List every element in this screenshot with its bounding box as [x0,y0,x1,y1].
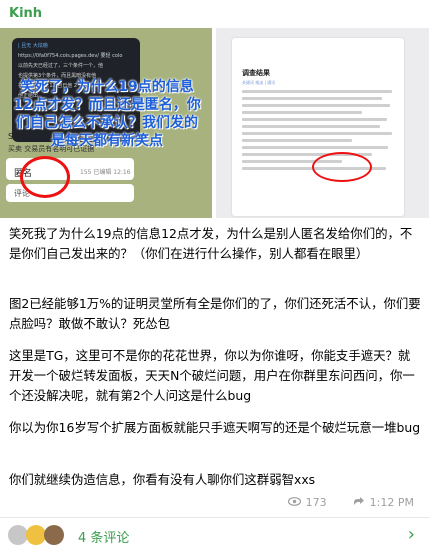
text-line [242,111,362,114]
text-line [242,104,390,107]
screenshot-right[interactable]: 调查结果 关键词 推送 | 通讯 [216,28,429,218]
message-time: 1:12 PM [369,496,414,509]
message-paragraph: 笑死我了为什么19点的信息12点才发，为什么是别人匿名发给你们的，不是你们自己发… [9,226,413,261]
avatar [44,525,64,545]
message-paragraph: 你们就继续伪造信息，你看有没有人聊你们这群弱智xxs [9,472,316,487]
message-paragraph: 这里是TG，这里可不是你的花花世界，你以为你谁呀，你能支手遮天？就开发一个破烂转… [9,348,415,403]
text-line [242,125,380,128]
chevron-right-icon[interactable]: › [408,524,415,545]
comments-bar[interactable]: 4 条评论 › [0,517,429,554]
channel-post-card: Kinh | 且无 大炫瘾 https://0fa0f754.cois.page… [0,0,429,553]
document-title: 调查结果 [242,69,270,77]
bubble-line: 以前先天已经过了，三个条件一个，他 [18,63,104,69]
message-paragraph: 图2已经能够1万%的证明灵堂所有全是你们的了，你们还死活不认，你们要点脸吗？敢做… [9,296,421,331]
text-line [242,146,388,149]
screenshot-left[interactable]: | 且无 大炫瘾 https://0fa0f754.cois.pages.dev… [0,28,212,218]
avatar [8,525,28,545]
text-line [242,97,382,100]
eye-icon [287,496,301,509]
comments-count-label[interactable]: 4 条评论 [78,527,129,546]
views-edited-label: 155 已编辑 12:16 [80,169,131,176]
avatar [26,525,46,545]
overlay-annotation-text: 笑死了，为什么19点的信息12点才发？而且还是匿名，你们自己怎么不承认？我们发的… [13,79,201,149]
message-meta: 173 1:12 PM [287,496,414,509]
red-circle-annotation [20,156,70,198]
sender-name[interactable]: Kinh [9,6,42,21]
view-count: 173 [305,496,327,509]
link-url: https://0fa0f754.cois.pages.dev/ 要轻 colo [18,53,123,59]
scq-label: Scqc [8,132,27,141]
text-line [242,139,352,142]
text-line [242,118,387,121]
sub-label: 买卖 交易员有名明可已证据 [8,145,95,153]
document-meta: 关键词 推送 | 通讯 [242,80,276,85]
text-line [242,132,392,135]
text-line [242,90,392,93]
message-paragraph: 你以为你16岁写个扩展方面板就能只手遮天啊写的还是个破烂玩意一堆bug [9,420,421,435]
link-title: | 且无 大炫瘾 [18,43,48,49]
red-circle-annotation [312,152,372,182]
share-icon[interactable] [353,496,365,509]
